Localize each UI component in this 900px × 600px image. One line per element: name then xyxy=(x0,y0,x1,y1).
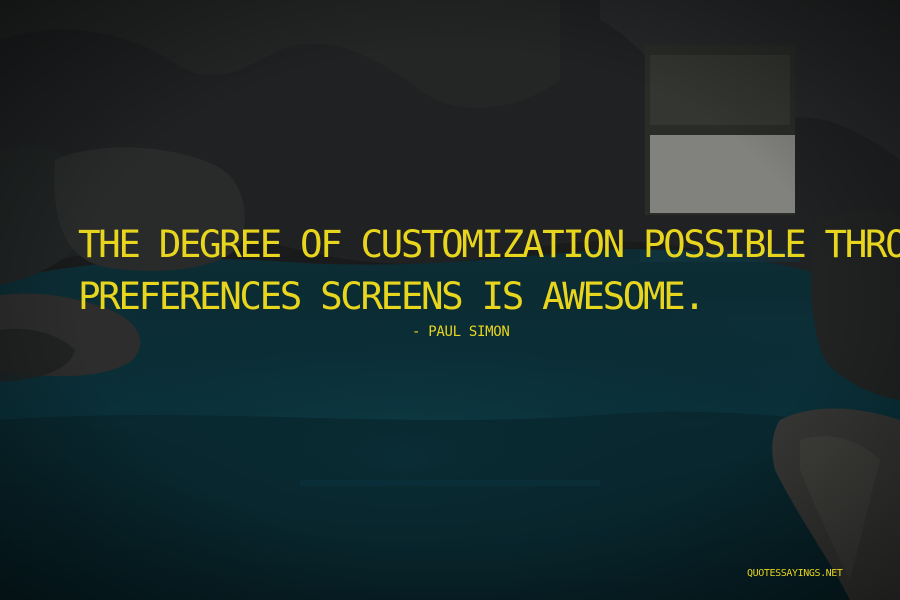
quote-author: - PAUL SIMON xyxy=(412,324,510,340)
quote-line-2: PREFERENCES SCREENS IS AWESOME. xyxy=(78,274,706,318)
quote-text: THE DEGREE OF CUSTOMIZATION POSSIBLE THR… xyxy=(78,218,900,322)
quote-line-1: THE DEGREE OF CUSTOMIZATION POSSIBLE THR… xyxy=(78,222,900,266)
quote-card: THE DEGREE OF CUSTOMIZATION POSSIBLE THR… xyxy=(0,0,900,600)
site-watermark: QUOTESSAYINGS.NET xyxy=(747,568,843,579)
